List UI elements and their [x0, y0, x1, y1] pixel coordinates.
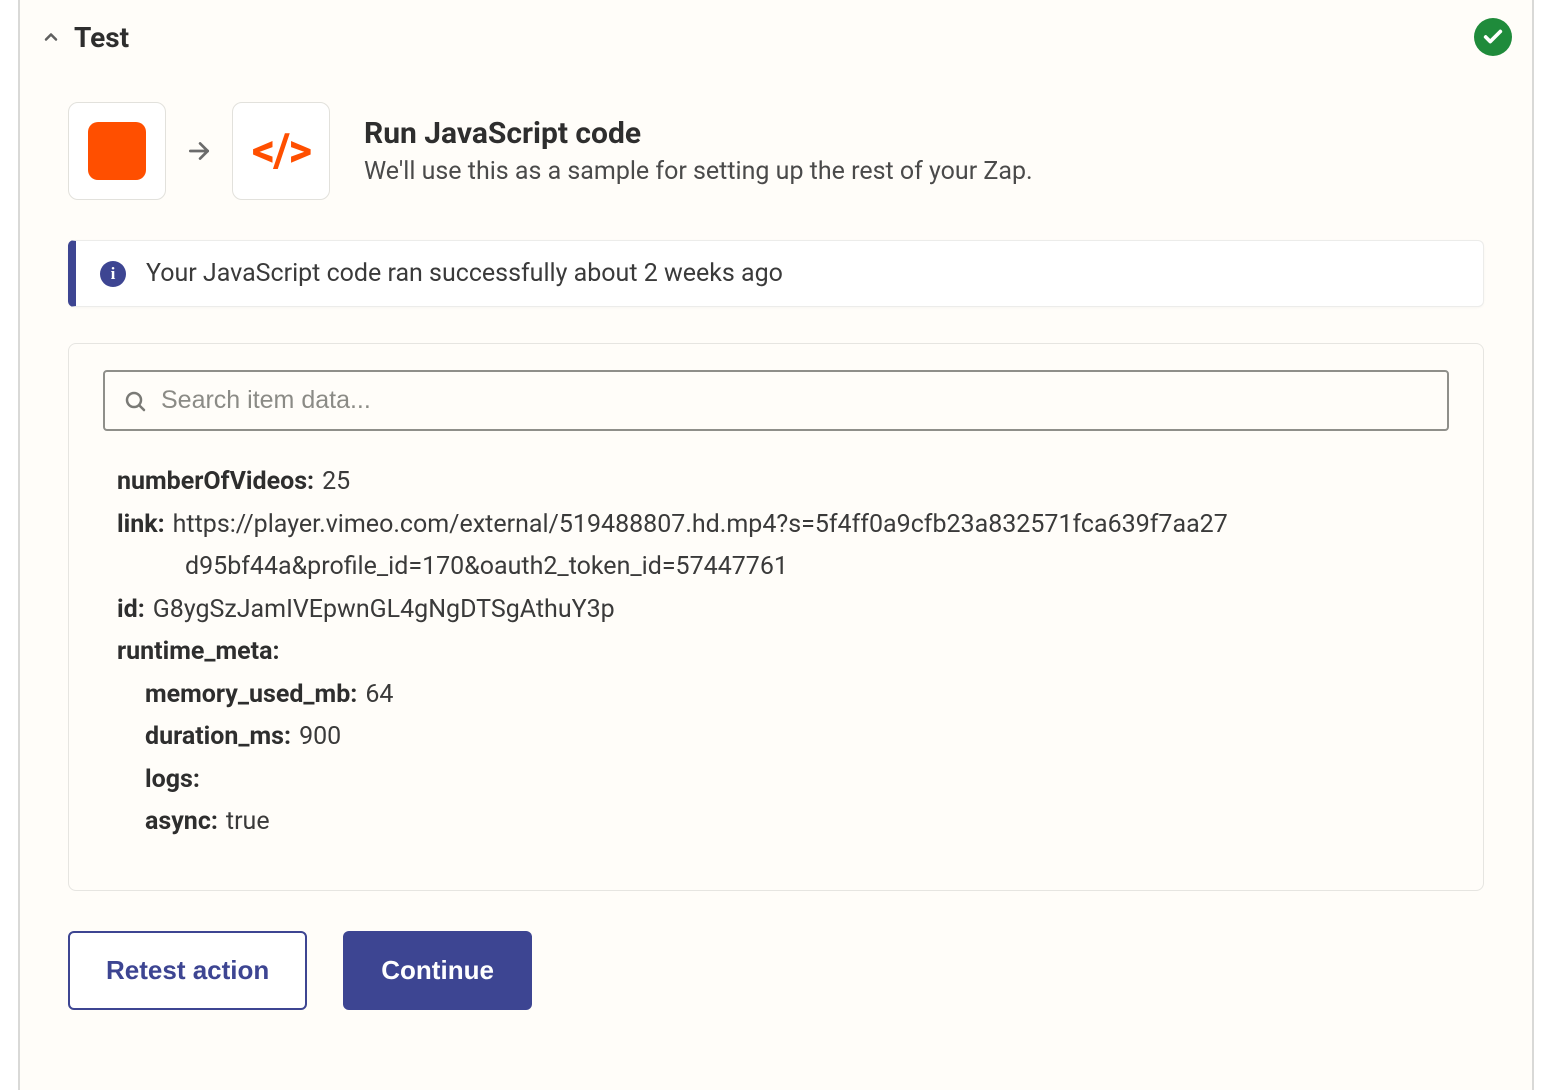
result-key: id:: [117, 589, 145, 632]
result-key: link:: [117, 504, 165, 547]
info-banner: i Your JavaScript code ran successfully …: [68, 240, 1484, 307]
code-app-icon: </>: [232, 102, 330, 200]
result-value: https://player.vimeo.com/external/519488…: [173, 504, 1228, 547]
arrow-right-icon: [186, 138, 212, 164]
result-row-logs: logs:: [145, 759, 1449, 802]
search-input[interactable]: [161, 386, 1429, 415]
result-row-async: async: true: [145, 801, 1449, 844]
trigger-app-icon: [68, 102, 166, 200]
search-box[interactable]: [103, 370, 1449, 431]
result-key: memory_used_mb:: [145, 674, 357, 717]
info-icon: i: [100, 261, 126, 287]
result-row-memory-used: memory_used_mb: 64: [145, 674, 1449, 717]
action-subtitle: We'll use this as a sample for setting u…: [364, 157, 1033, 186]
result-panel: numberOfVideos: 25 link: https://player.…: [68, 343, 1484, 891]
result-row-link: link: https://player.vimeo.com/external/…: [117, 504, 1449, 547]
button-row: Retest action Continue: [68, 931, 1484, 1010]
code-brackets-icon: </>: [252, 124, 310, 178]
result-key: async:: [145, 801, 218, 844]
action-title: Run JavaScript code: [364, 116, 1033, 151]
result-row-duration: duration_ms: 900: [145, 716, 1449, 759]
section-title: Test: [74, 21, 129, 54]
result-row-id: id: G8ygSzJamIVEpwnGL4gNgDTSgAthuY3p: [117, 589, 1449, 632]
search-icon: [123, 389, 147, 413]
result-value: 64: [365, 674, 393, 717]
action-summary-row: </> Run JavaScript code We'll use this a…: [68, 102, 1484, 200]
result-value: true: [226, 801, 270, 844]
result-data-list: numberOfVideos: 25 link: https://player.…: [103, 461, 1449, 844]
continue-button[interactable]: Continue: [343, 931, 532, 1010]
result-key: logs:: [145, 759, 200, 802]
result-key: numberOfVideos:: [117, 461, 314, 504]
section-header: Test: [20, 0, 1532, 62]
result-row-runtime-meta: runtime_meta:: [117, 631, 1449, 674]
status-success-icon: [1474, 18, 1512, 56]
info-message: Your JavaScript code ran successfully ab…: [146, 259, 783, 288]
result-value: 900: [299, 716, 341, 759]
zapier-app-icon: [88, 122, 146, 180]
retest-button[interactable]: Retest action: [68, 931, 307, 1010]
result-key: runtime_meta:: [117, 631, 280, 674]
result-row-numberOfVideos: numberOfVideos: 25: [117, 461, 1449, 504]
result-key: duration_ms:: [145, 716, 291, 759]
result-value: G8ygSzJamIVEpwnGL4gNgDTSgAthuY3p: [153, 589, 615, 632]
result-value-link-cont: d95bf44a&profile_id=170&oauth2_token_id=…: [117, 546, 1449, 589]
chevron-up-icon[interactable]: [40, 26, 62, 48]
result-value: 25: [322, 461, 350, 504]
